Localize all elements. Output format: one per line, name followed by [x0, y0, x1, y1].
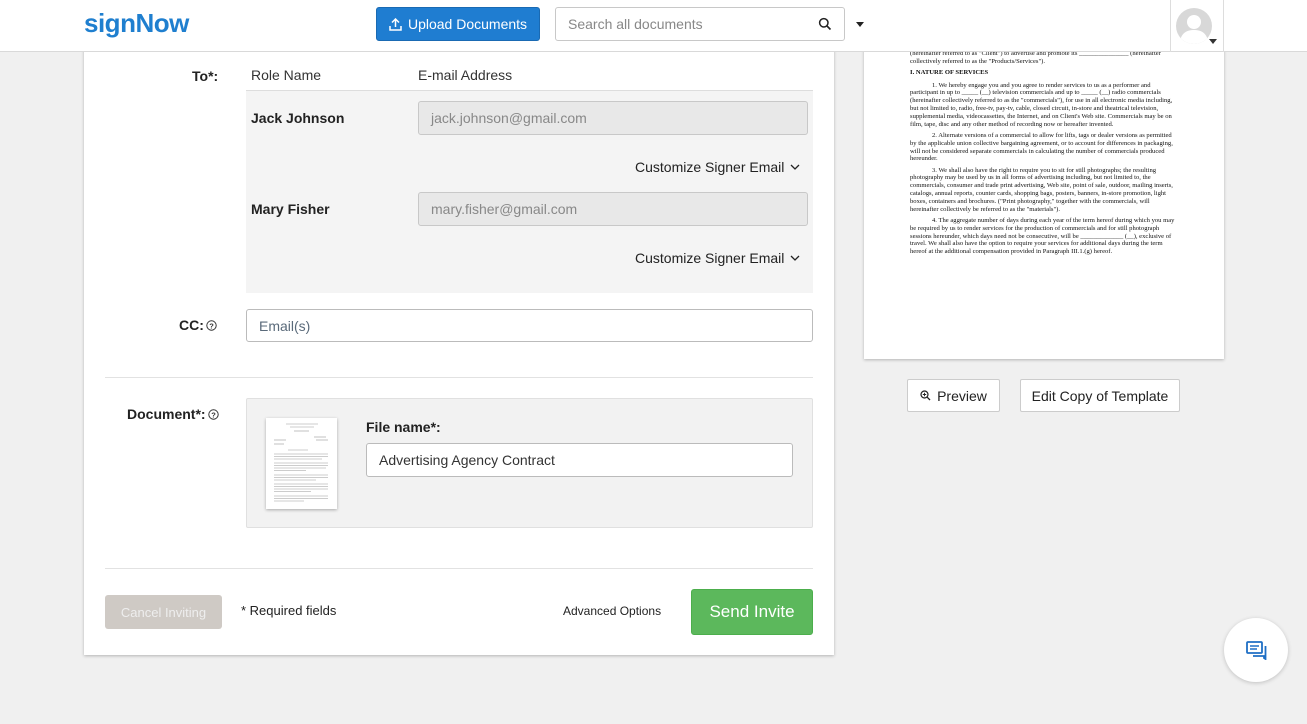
- edit-copy-of-template-button[interactable]: Edit Copy of Template: [1020, 379, 1180, 412]
- cc-label-text: CC:: [179, 317, 204, 333]
- section-divider: [105, 568, 813, 569]
- upload-documents-button[interactable]: Upload Documents: [376, 7, 540, 41]
- required-fields-note: * Required fields: [241, 603, 337, 618]
- section-divider: [105, 377, 813, 378]
- document-label: Document*:?: [127, 406, 219, 422]
- preview-paragraph: 1. We hereby engage you and you agree to…: [910, 81, 1173, 128]
- customize-signer-email-label: Customize Signer Email: [635, 250, 785, 266]
- search-options-caret-icon[interactable]: [856, 22, 864, 27]
- cc-email-input[interactable]: [246, 309, 813, 342]
- user-menu[interactable]: [1170, 0, 1224, 52]
- document-preview-page[interactable]: agreement between you and us with respec…: [864, 40, 1224, 359]
- signer-name-mary: Mary Fisher: [251, 201, 330, 217]
- preview-paragraph: 3. We shall also have the right to requi…: [910, 166, 1173, 213]
- search-input[interactable]: [556, 8, 796, 40]
- preview-paragraph: 4. The aggregate number of days during e…: [910, 216, 1175, 256]
- invite-form-card: To*: Role Name E-mail Address Jack Johns…: [84, 40, 834, 655]
- chat-support-button[interactable]: [1224, 618, 1288, 682]
- signer-email-jack: jack.johnson@gmail.com: [418, 101, 808, 135]
- role-name-column-header: Role Name: [251, 67, 322, 83]
- email-column-header: E-mail Address: [418, 67, 513, 83]
- help-icon[interactable]: ?: [206, 320, 217, 331]
- document-page-icon: [274, 423, 328, 502]
- zoom-in-icon: [920, 390, 931, 401]
- svg-text:?: ?: [211, 410, 216, 419]
- chevron-down-icon: [790, 255, 800, 261]
- avatar[interactable]: [1176, 8, 1212, 44]
- document-preview-text: agreement between you and us with respec…: [910, 42, 1178, 259]
- customize-signer-email-mary[interactable]: Customize Signer Email: [635, 250, 800, 266]
- preview-section-heading: I. NATURE OF SERVICES: [910, 68, 989, 76]
- signer-name-jack: Jack Johnson: [251, 110, 345, 126]
- upload-icon: [389, 17, 402, 31]
- file-name-input[interactable]: [366, 443, 793, 477]
- customize-signer-email-label: Customize Signer Email: [635, 159, 785, 175]
- to-label: To*:: [192, 68, 219, 84]
- cancel-inviting-button[interactable]: Cancel Inviting: [105, 595, 222, 629]
- document-thumbnail[interactable]: [266, 418, 337, 509]
- top-header: signNow Upload Documents: [0, 0, 1307, 52]
- preview-paragraph: 2. Alternate versions of a commercial to…: [910, 131, 1173, 163]
- chevron-down-icon: [790, 164, 800, 170]
- help-icon[interactable]: ?: [207, 409, 219, 420]
- advanced-options-link[interactable]: Advanced Options: [563, 604, 661, 618]
- send-invite-button[interactable]: Send Invite: [691, 589, 813, 635]
- file-name-label: File name*:: [366, 419, 441, 435]
- search-box: [555, 7, 845, 41]
- cc-label: CC:?: [179, 317, 217, 333]
- search-icon[interactable]: [818, 17, 832, 31]
- signnow-logo[interactable]: signNow: [84, 8, 189, 39]
- document-label-text: Document*:: [127, 406, 206, 422]
- document-panel: File name*:: [246, 398, 813, 528]
- signers-list: Jack Johnson jack.johnson@gmail.com Cust…: [246, 90, 813, 293]
- chat-icon: [1246, 641, 1267, 660]
- preview-button[interactable]: Preview: [907, 379, 1000, 412]
- user-silhouette-icon: [1180, 15, 1208, 44]
- preview-label: Preview: [937, 387, 987, 404]
- upload-documents-label: Upload Documents: [407, 16, 528, 32]
- user-menu-caret-icon[interactable]: [1209, 39, 1217, 44]
- signer-email-mary: mary.fisher@gmail.com: [418, 192, 808, 226]
- customize-signer-email-jack[interactable]: Customize Signer Email: [635, 159, 800, 175]
- svg-text:?: ?: [209, 321, 214, 330]
